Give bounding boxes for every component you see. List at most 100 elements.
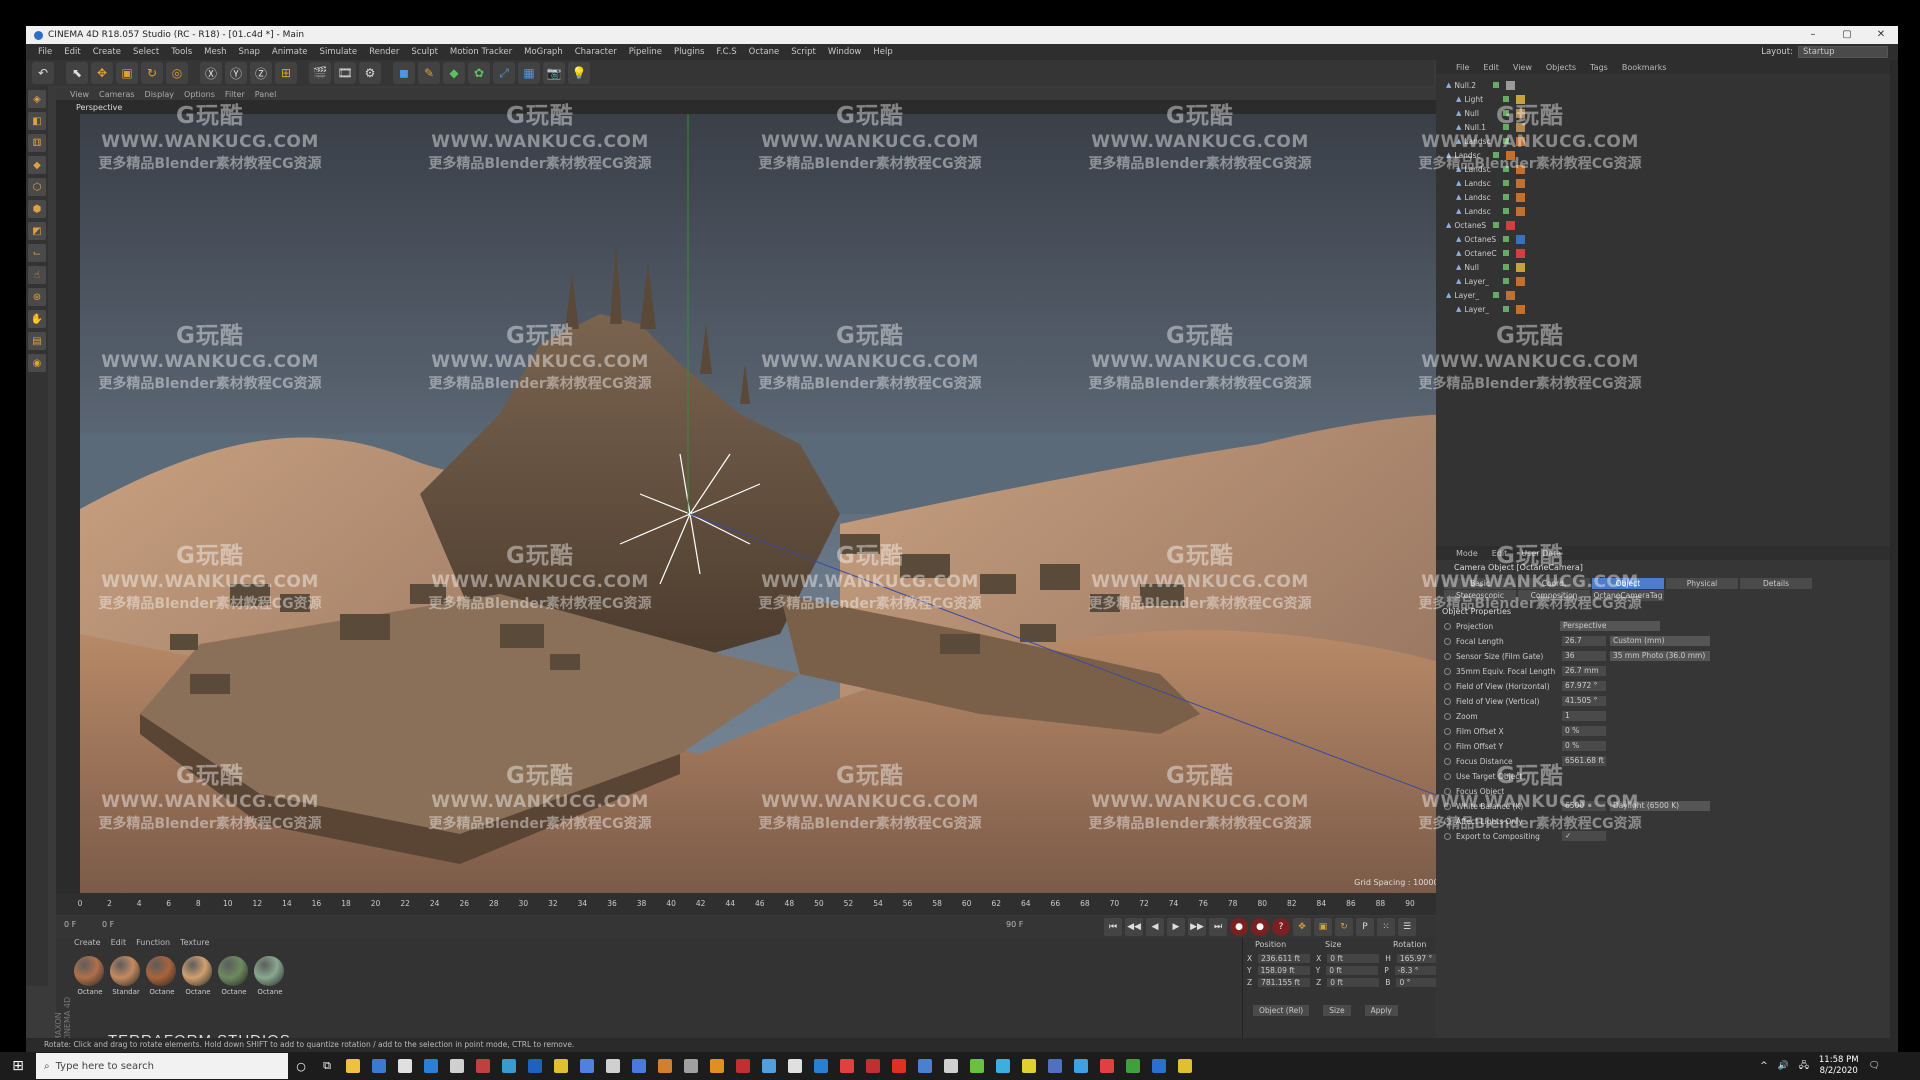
taskbar-app-icon[interactable]: [392, 1052, 418, 1080]
taskbar-app-icon[interactable]: [912, 1052, 938, 1080]
taskbar-app-icon[interactable]: [496, 1052, 522, 1080]
x-axis-icon[interactable]: Ⓧ: [200, 62, 222, 84]
material-swatch[interactable]: Octane: [74, 956, 106, 1000]
menu-item-render[interactable]: Render: [363, 47, 405, 57]
menu-item-select[interactable]: Select: [127, 47, 165, 57]
attribute-value[interactable]: 0 %: [1562, 741, 1606, 751]
animate-dot-icon[interactable]: [1444, 667, 1451, 675]
attribute-select[interactable]: 35 mm Photo (36.0 mm): [1610, 651, 1710, 661]
material-swatch[interactable]: Octane: [146, 956, 178, 1000]
position-value[interactable]: 158.09 ft: [1257, 966, 1310, 975]
attribute-select[interactable]: Perspective: [1560, 621, 1660, 631]
play-icon[interactable]: ▶: [1167, 918, 1185, 936]
object-tag-icon[interactable]: [1506, 80, 1516, 90]
task-view-icon[interactable]: ⧉: [314, 1052, 340, 1080]
visibility-check-icon[interactable]: [1503, 180, 1510, 186]
material-swatch[interactable]: Octane: [182, 956, 214, 1000]
keyframe-selection-icon[interactable]: ?: [1272, 918, 1290, 936]
attribute-value[interactable]: 67.972 °: [1562, 681, 1606, 691]
taskbar-app-icon[interactable]: [834, 1052, 860, 1080]
attribute-menu-user-data[interactable]: User Data: [1521, 549, 1561, 558]
object-row[interactable]: ▲ Null: [1440, 106, 1526, 120]
visibility-check-icon[interactable]: [1503, 166, 1510, 172]
size-mode-select[interactable]: Size: [1323, 1005, 1351, 1016]
animate-dot-icon[interactable]: [1444, 712, 1451, 720]
visibility-check-icon[interactable]: [1493, 292, 1500, 298]
animate-dot-icon[interactable]: [1444, 757, 1451, 765]
snap-icon[interactable]: ⊛: [28, 288, 46, 306]
subdivision-icon[interactable]: ◆: [443, 62, 465, 84]
go-to-start-icon[interactable]: ⏮: [1104, 918, 1122, 936]
menu-item-edit[interactable]: Edit: [58, 47, 86, 57]
world-coordinates-icon[interactable]: ⊞: [275, 62, 297, 84]
object-tag-icon[interactable]: [1516, 234, 1526, 244]
object-tag-icon[interactable]: [1516, 262, 1526, 272]
clock[interactable]: 11:58 PM 8/2/2020: [1819, 1055, 1859, 1077]
visibility-check-icon[interactable]: [1503, 138, 1510, 144]
animate-dot-icon[interactable]: [1444, 697, 1451, 705]
object-tag-icon[interactable]: [1516, 178, 1526, 188]
object-tag-icon[interactable]: [1516, 192, 1526, 202]
visibility-check-icon[interactable]: [1503, 278, 1510, 284]
tweak-mode-icon[interactable]: ☝: [28, 266, 46, 284]
taskbar-app-icon[interactable]: [938, 1052, 964, 1080]
animate-dot-icon[interactable]: [1444, 622, 1451, 630]
menu-item-mograph[interactable]: MoGraph: [518, 47, 569, 57]
object-row[interactable]: ▲ OctaneS: [1440, 218, 1516, 232]
object-row[interactable]: ▲ OctaneS: [1440, 232, 1526, 246]
taskbar-app-icon[interactable]: [340, 1052, 366, 1080]
previous-key-icon[interactable]: ◀◀: [1125, 918, 1143, 936]
scale-key-icon[interactable]: ▣: [1314, 918, 1332, 936]
object-row[interactable]: ▲ Layer_: [1440, 274, 1526, 288]
taskbar-app-icon[interactable]: [782, 1052, 808, 1080]
taskbar-search[interactable]: ⌕ Type here to search: [36, 1053, 288, 1079]
tab-basic[interactable]: Basic: [1444, 578, 1516, 589]
attribute-value[interactable]: 26.7 mm: [1562, 666, 1606, 676]
next-frame-icon[interactable]: ▶▶: [1188, 918, 1206, 936]
visibility-check-icon[interactable]: [1493, 82, 1500, 88]
volume-icon[interactable]: 🔊: [1778, 1061, 1789, 1071]
viewport-menu-panel[interactable]: Panel: [255, 90, 277, 99]
windows-start-icon[interactable]: ⊞: [0, 1052, 36, 1080]
material-menu-texture[interactable]: Texture: [180, 938, 209, 950]
position-key-icon[interactable]: ✥: [1293, 918, 1311, 936]
object-tag-icon[interactable]: [1506, 290, 1516, 300]
floor-icon[interactable]: ▦: [518, 62, 540, 84]
menu-item-pipeline[interactable]: Pipeline: [623, 47, 668, 57]
visibility-check-icon[interactable]: [1503, 236, 1510, 242]
object-tag-icon[interactable]: [1516, 276, 1526, 286]
maximize-button[interactable]: ▢: [1830, 26, 1864, 44]
sculpt-icon[interactable]: ✋: [28, 310, 46, 328]
select-tool-icon[interactable]: ⬉: [66, 62, 88, 84]
taskbar-app-icon[interactable]: [1120, 1052, 1146, 1080]
menu-item-octane[interactable]: Octane: [743, 47, 786, 57]
taskbar-app-icon[interactable]: [860, 1052, 886, 1080]
z-axis-icon[interactable]: Ⓩ: [250, 62, 272, 84]
object-tag-icon[interactable]: [1516, 304, 1526, 314]
object-tag-icon[interactable]: [1516, 136, 1526, 146]
visibility-check-icon[interactable]: [1503, 194, 1510, 200]
attribute-value[interactable]: ✓: [1562, 831, 1606, 841]
edges-mode-icon[interactable]: ⬢: [28, 200, 46, 218]
position-value[interactable]: 781.155 ft: [1258, 978, 1311, 987]
object-row[interactable]: ▲ Landsc: [1440, 190, 1526, 204]
viewport-menu-filter[interactable]: Filter: [225, 90, 245, 99]
attribute-value[interactable]: 6500: [1562, 801, 1606, 811]
object-tag-icon[interactable]: [1516, 164, 1526, 174]
close-button[interactable]: ✕: [1864, 26, 1898, 44]
points-mode-icon[interactable]: ⬡: [28, 178, 46, 196]
attribute-value[interactable]: 41.505 °: [1562, 696, 1606, 706]
material-menu-edit[interactable]: Edit: [111, 938, 127, 950]
attribute-select[interactable]: Daylight (6500 K): [1610, 801, 1710, 811]
texture-mode-icon[interactable]: ⚅: [28, 134, 46, 152]
animate-dot-icon[interactable]: [1444, 742, 1451, 750]
coordinate-mode-select[interactable]: Object (Rel): [1253, 1005, 1310, 1016]
taskbar-app-icon[interactable]: [1042, 1052, 1068, 1080]
visibility-check-icon[interactable]: [1503, 110, 1510, 116]
cube-icon[interactable]: ◼: [393, 62, 415, 84]
previous-frame-icon[interactable]: ◀: [1146, 918, 1164, 936]
perspective-viewport[interactable]: View Cameras Display Options Filter Panel Per…: [56, 88, 1460, 898]
cloner-icon[interactable]: ✿: [468, 62, 490, 84]
taskbar-app-icon[interactable]: [1068, 1052, 1094, 1080]
visibility-check-icon[interactable]: [1503, 208, 1510, 214]
